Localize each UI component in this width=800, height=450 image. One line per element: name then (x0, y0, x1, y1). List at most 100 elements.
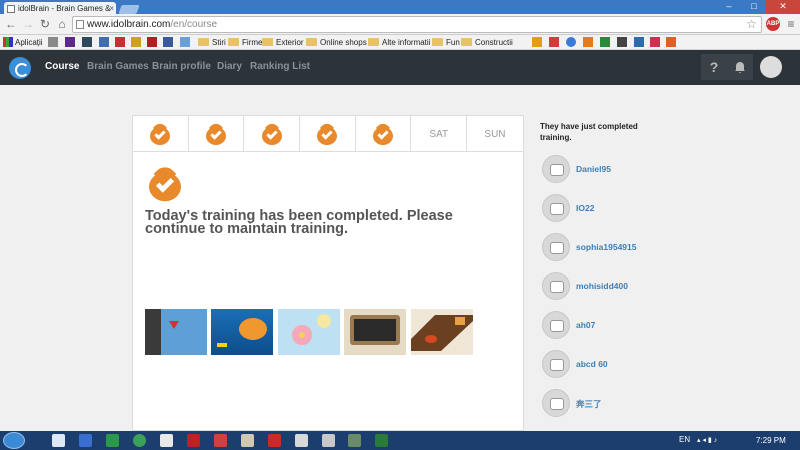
username[interactable]: mohisidd400 (576, 281, 628, 291)
bookmark-star-icon[interactable]: ☆ (746, 17, 757, 32)
bookmark-icon[interactable] (180, 37, 190, 47)
day-cell (356, 116, 412, 152)
week-progress: SAT SUN (133, 116, 523, 152)
minimize-icon[interactable]: – (716, 0, 742, 13)
taskbar-app-icon[interactable] (322, 434, 335, 447)
username[interactable]: abcd 60 (576, 359, 608, 369)
bookmark-folder[interactable]: Firme (228, 37, 262, 48)
bookmark-folder[interactable]: Exterior (262, 37, 304, 48)
day-sun: SUN (484, 128, 506, 140)
bookmark-icon[interactable] (48, 37, 58, 47)
taskbar-app-icon[interactable] (160, 434, 173, 447)
user-item[interactable]: sophia1954915 (540, 233, 680, 263)
taskbar-app-icon[interactable] (187, 434, 200, 447)
bookmark-icon[interactable] (532, 37, 542, 47)
bookmark-folder[interactable]: Fun (432, 37, 460, 48)
page-icon (76, 20, 84, 29)
bookmark-icon[interactable] (147, 37, 157, 47)
maximize-icon[interactable]: □ (742, 0, 766, 13)
taskbar-app-icon[interactable] (133, 434, 146, 447)
idolbrain-logo-icon[interactable] (9, 57, 31, 79)
forward-icon[interactable]: → (21, 17, 35, 31)
user-item[interactable]: 奔三了 (540, 389, 680, 419)
user-avatar-icon (542, 194, 570, 222)
taskbar-app-icon[interactable] (241, 434, 254, 447)
nav-ranking-list[interactable]: Ranking List (250, 61, 310, 72)
taskbar-app-icon[interactable] (348, 434, 361, 447)
taskbar-app-icon[interactable] (79, 434, 92, 447)
taskbar-app-icon[interactable] (106, 434, 119, 447)
bookmark-icon[interactable] (115, 37, 125, 47)
flame-check-icon (150, 120, 171, 145)
bookmark-folder[interactable]: Alte informatii (368, 37, 430, 48)
bookmark-icon[interactable] (650, 37, 660, 47)
url-host: www.idolbrain.com (87, 19, 171, 30)
new-tab-button[interactable] (118, 5, 140, 14)
address-bar[interactable]: www.idolbrain.com/en/course ☆ (72, 16, 762, 33)
taskbar-app-icon[interactable] (375, 434, 388, 447)
game-thumbnail[interactable] (278, 309, 340, 355)
username[interactable]: ah07 (576, 320, 595, 330)
username[interactable]: IO22 (576, 203, 594, 213)
game-thumbnail[interactable] (145, 309, 207, 355)
nav-brain-games[interactable]: Brain Games (87, 61, 149, 72)
user-avatar-icon (542, 155, 570, 183)
tray-icons[interactable]: ▴ ◂ ▮ ♪ (697, 436, 737, 445)
bookmark-icon[interactable] (617, 37, 627, 47)
bookmark-icon[interactable] (583, 37, 593, 47)
username[interactable]: Daniel95 (576, 164, 611, 174)
user-avatar[interactable] (760, 56, 782, 78)
taskbar-app-icon[interactable] (268, 434, 281, 447)
day-sat: SAT (411, 116, 468, 152)
bookmark-icon[interactable] (99, 37, 109, 47)
bookmark-icon[interactable] (634, 37, 644, 47)
user-item[interactable]: mohisidd400 (540, 272, 680, 302)
flame-check-icon (373, 120, 394, 145)
bookmark-folder[interactable]: Stiri (198, 37, 226, 48)
taskbar-clock[interactable]: 7:29 PM (756, 436, 786, 445)
nav-diary[interactable]: Diary (217, 61, 242, 72)
tab-title: idolBrain - Brain Games & (18, 4, 111, 13)
username[interactable]: 奔三了 (576, 398, 602, 410)
game-thumbnail[interactable] (211, 309, 273, 355)
username[interactable]: sophia1954915 (576, 242, 636, 252)
bookmark-folder[interactable]: Constructii (461, 37, 513, 48)
bookmark-apps[interactable]: Aplicații (3, 37, 43, 48)
user-item[interactable]: IO22 (540, 194, 680, 224)
bookmark-icon[interactable] (666, 37, 676, 47)
user-item[interactable]: Daniel95 (540, 155, 680, 185)
bookmark-icon[interactable] (566, 37, 576, 47)
notification-bell-icon[interactable] (727, 54, 753, 80)
reload-icon[interactable]: ↻ (38, 17, 52, 31)
adblock-icon[interactable]: ABP (766, 17, 780, 31)
bookmark-icon[interactable] (600, 37, 610, 47)
chrome-menu-icon[interactable]: ≡ (785, 17, 797, 31)
user-item[interactable]: ah07 (540, 311, 680, 341)
bookmark-folder[interactable]: Online shops (306, 37, 367, 48)
nav-course[interactable]: Course (45, 61, 79, 72)
bookmark-yahoo-icon[interactable] (65, 37, 75, 47)
back-icon[interactable]: ← (4, 17, 18, 31)
help-icon[interactable]: ? (701, 54, 727, 80)
nav-brain-profile[interactable]: Brain profile (152, 61, 211, 72)
taskbar-app-icon[interactable] (214, 434, 227, 447)
bookmark-icon[interactable] (131, 37, 141, 47)
folder-icon (461, 37, 472, 46)
game-thumbnail[interactable] (344, 309, 406, 355)
user-avatar-icon (542, 233, 570, 261)
folder-icon (198, 37, 209, 46)
user-item[interactable]: abcd 60 (540, 350, 680, 380)
language-indicator[interactable]: EN (679, 435, 690, 444)
chrome-taskbar-icon[interactable] (52, 434, 65, 447)
folder-icon (306, 37, 317, 46)
close-window-icon[interactable]: ✕ (766, 0, 800, 13)
bookmark-icon[interactable] (549, 37, 559, 47)
start-button-icon[interactable] (3, 432, 25, 449)
bookmark-icon[interactable] (82, 37, 92, 47)
flame-check-icon (317, 120, 338, 145)
bookmark-facebook-icon[interactable] (163, 37, 173, 47)
home-icon[interactable]: ⌂ (55, 17, 69, 31)
taskbar-app-icon[interactable] (295, 434, 308, 447)
user-avatar-icon (542, 311, 570, 339)
game-thumbnail[interactable] (411, 309, 473, 355)
